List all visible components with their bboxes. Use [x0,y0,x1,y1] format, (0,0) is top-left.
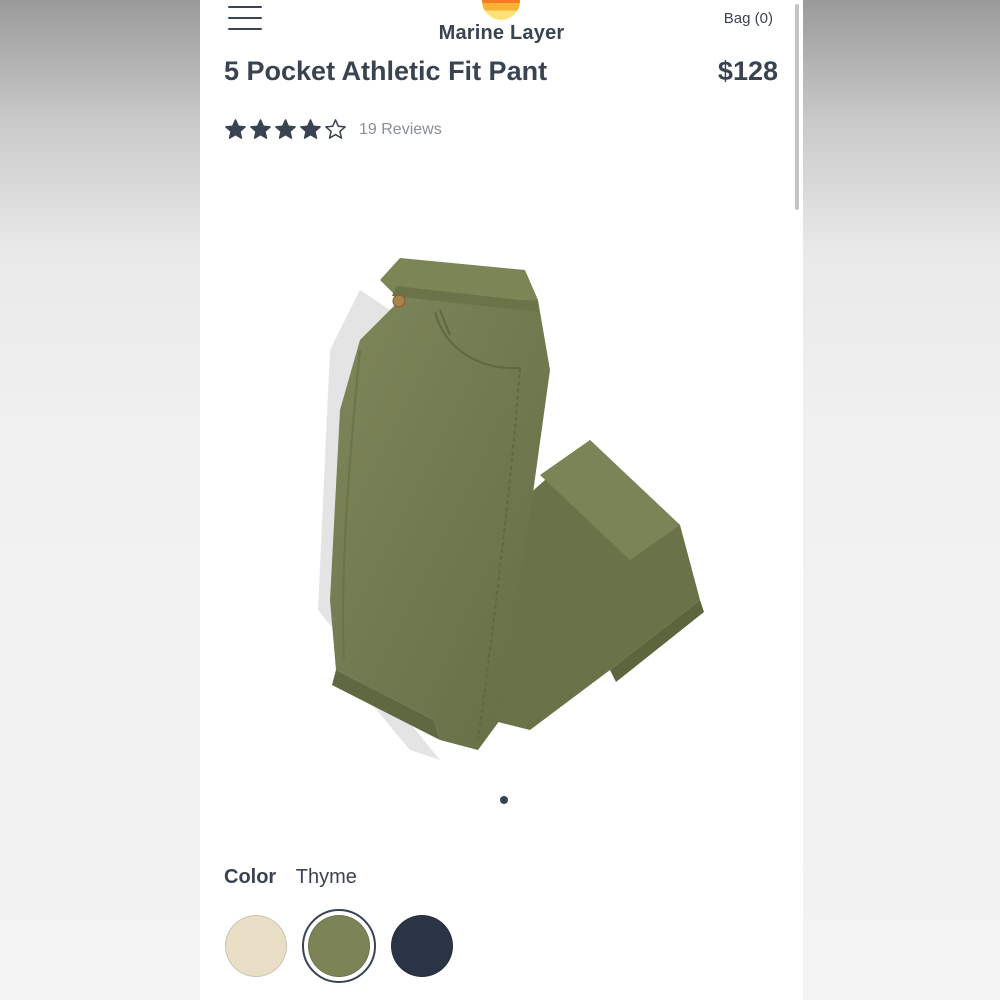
star-filled-icon [275,119,296,139]
thyme-swatch[interactable] [302,909,376,983]
phone-screen: Marine Layer Bag (0) 5 Pocket Athletic F… [200,0,803,1000]
navy-swatch[interactable] [388,912,456,980]
star-filled-icon [300,119,321,139]
swatch-fill [308,915,370,977]
product-title: 5 Pocket Athletic Fit Pant [224,56,548,86]
star-rating [224,118,347,141]
color-label: Color [224,866,277,888]
color-swatches [222,909,456,983]
star-empty-icon [325,119,346,139]
product-image[interactable] [300,250,720,770]
reviews-link[interactable]: 19 Reviews [359,121,442,139]
carousel-indicator-dot[interactable] [500,796,508,804]
brand-logo-text[interactable]: Marine Layer [200,22,803,45]
star-filled-icon [225,119,246,139]
cream-swatch[interactable] [222,912,290,980]
color-selector-label: Color Thyme [224,866,357,889]
bag-button[interactable]: Bag (0) [724,10,773,27]
product-price: $128 [717,56,778,86]
selected-color-name: Thyme [295,866,357,888]
swatch-fill [391,915,453,977]
sunset-logo-icon[interactable] [482,0,520,20]
swatch-fill [225,915,287,977]
rating-row[interactable]: 19 Reviews [224,118,442,141]
star-filled-icon [250,119,271,139]
